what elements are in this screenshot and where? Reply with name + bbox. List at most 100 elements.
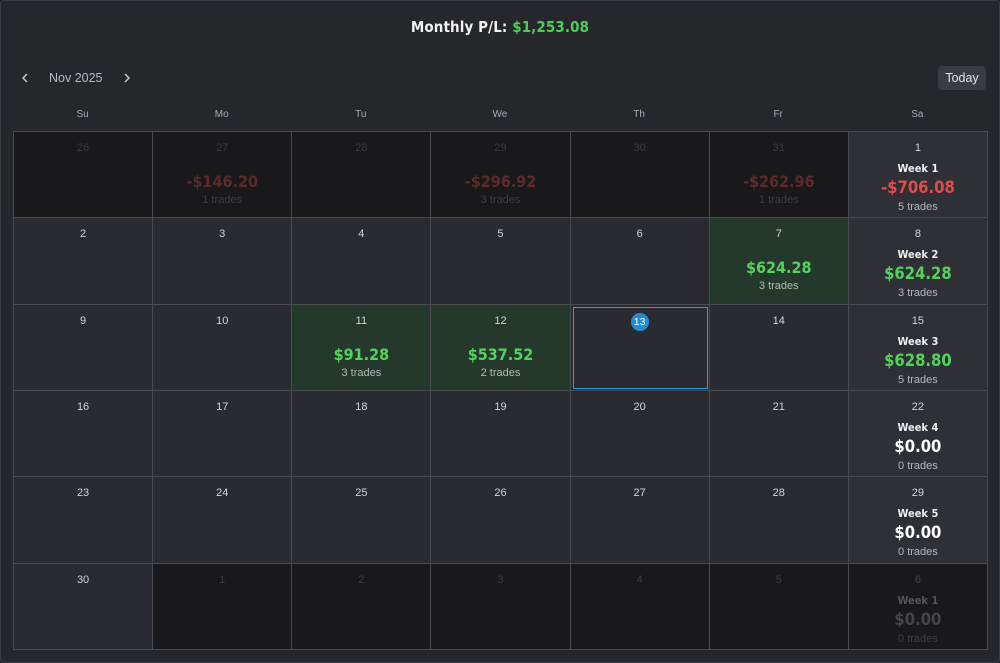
day-number: 8 — [914, 228, 921, 241]
day-pl-value: -$146.20 — [186, 172, 258, 191]
calendar-day[interactable]: 31 -$262.96 1 trades — [709, 132, 849, 219]
calendar-day[interactable]: 30 — [14, 563, 154, 650]
calendar-day[interactable]: 29 -$296.92 3 trades — [431, 132, 571, 219]
week-trade-count: 0 trades — [898, 460, 938, 472]
day-number: 1 — [914, 142, 921, 154]
calendar-grid: 26 27 -$146.20 1 trades 28 29 -$296.92 3 trades… — [13, 131, 988, 650]
day-number: 31 — [772, 142, 785, 154]
day-pl-value: -$296.92 — [464, 172, 537, 191]
calendar-day[interactable]: 25 — [292, 477, 432, 564]
today-badge: 13 — [630, 312, 649, 331]
day-number: 1 — [219, 573, 226, 586]
calendar-day[interactable]: 30 — [570, 132, 710, 219]
day-number: 20 — [633, 401, 646, 413]
calendar-day[interactable]: 9 — [14, 304, 154, 391]
calendar-day[interactable]: 27 — [570, 477, 710, 564]
week-trade-count: 0 trades — [898, 632, 938, 645]
day-of-week-label: Th — [633, 109, 645, 120]
day-number: 15 — [911, 314, 925, 327]
day-trade-count: 3 trades — [758, 280, 799, 293]
week-pl-value: $628.80 — [884, 350, 952, 370]
week-summary-cell[interactable]: 22 Week 4 $0.00 0 trades — [848, 391, 988, 478]
day-number: 25 — [355, 487, 368, 500]
calendar-day[interactable]: 24 — [153, 477, 293, 564]
day-number: 27 — [216, 142, 229, 154]
day-number: 11 — [355, 314, 368, 327]
calendar-day[interactable]: 10 — [153, 304, 293, 391]
week-summary-cell[interactable]: 29 Week 5 $0.00 0 trades — [848, 477, 988, 564]
day-pl-value: $537.52 — [467, 344, 534, 364]
current-month-label: Nov 2025 — [49, 71, 103, 85]
calendar-day[interactable]: 5 — [431, 218, 571, 305]
day-of-week-label: Sa — [911, 109, 924, 120]
week-label: Week 1 — [897, 593, 939, 607]
calendar-day[interactable]: 2 — [292, 563, 432, 650]
calendar-day[interactable]: 3 — [153, 218, 293, 305]
day-trade-count: 3 trades — [341, 366, 382, 379]
week-pl-value: $624.28 — [884, 264, 952, 284]
week-pl-value: $0.00 — [894, 523, 942, 543]
calendar-day[interactable]: 18 — [292, 391, 432, 478]
day-number: 30 — [76, 573, 90, 586]
week-label: Week 4 — [897, 421, 939, 434]
calendar-day[interactable]: 4 — [570, 563, 710, 650]
calendar-day[interactable]: 28 — [292, 132, 432, 219]
day-trade-count: 1 trades — [202, 194, 243, 206]
calendar-day[interactable]: 17 — [153, 391, 293, 478]
day-number: 4 — [358, 228, 365, 241]
calendar-day[interactable]: 3 — [431, 563, 571, 650]
week-summary-cell[interactable]: 1 Week 1 -$706.08 5 trades — [848, 132, 988, 219]
day-pl-value: -$262.96 — [743, 172, 815, 191]
day-number: 21 — [772, 401, 785, 413]
pnl-calendar: Monthly P/L: $1,253.08 Nov 2025 Today Su… — [0, 0, 1000, 663]
day-of-week-label: Mo — [214, 109, 229, 120]
day-number: 5 — [775, 573, 782, 586]
week-summary-cell[interactable]: 6 Week 1 $0.00 0 trades — [848, 563, 988, 650]
calendar-day[interactable]: 12 $537.52 2 trades — [431, 304, 571, 391]
week-label: Week 5 — [897, 507, 939, 521]
week-label: Week 2 — [897, 248, 939, 262]
calendar-day-today[interactable]: 13 — [570, 304, 710, 391]
calendar-day[interactable]: 19 — [431, 391, 571, 478]
calendar-day[interactable]: 26 — [431, 477, 571, 564]
calendar-day[interactable]: 27 -$146.20 1 trades — [153, 132, 293, 219]
day-number: 12 — [494, 314, 507, 327]
day-trade-count: 1 trades — [758, 194, 799, 206]
week-trade-count: 3 trades — [898, 287, 938, 300]
day-of-week-label: Tu — [355, 109, 367, 120]
day-number: 9 — [80, 314, 87, 327]
calendar-day[interactable]: 14 — [709, 304, 849, 391]
day-number: 17 — [216, 401, 229, 413]
day-number: 6 — [636, 228, 643, 241]
calendar-day[interactable]: 11 $91.28 3 trades — [292, 304, 432, 391]
calendar-day[interactable]: 1 — [153, 563, 293, 650]
calendar-day[interactable]: 16 — [14, 391, 154, 478]
calendar-day[interactable]: 21 — [709, 391, 849, 478]
calendar-day[interactable]: 2 — [14, 218, 154, 305]
day-number: 29 — [911, 487, 925, 500]
week-pl-value: $0.00 — [894, 437, 942, 456]
calendar-day[interactable]: 26 — [14, 132, 154, 219]
chevron-right-icon[interactable] — [117, 67, 137, 89]
day-number: 29 — [494, 142, 507, 154]
today-button[interactable]: Today — [938, 66, 986, 90]
monthly-pl-header: Monthly P/L: $1,253.08 — [1, 18, 999, 36]
month-navigation: Nov 2025 — [15, 67, 137, 89]
chevron-left-icon[interactable] — [15, 67, 35, 89]
week-label: Week 3 — [897, 334, 939, 348]
calendar-day[interactable]: 20 — [570, 391, 710, 478]
week-summary-cell[interactable]: 8 Week 2 $624.28 3 trades — [848, 218, 988, 305]
calendar-day[interactable]: 7 $624.28 3 trades — [709, 218, 849, 305]
calendar-day[interactable]: 5 — [709, 563, 849, 650]
week-trade-count: 5 trades — [898, 201, 938, 213]
calendar-day[interactable]: 23 — [14, 477, 154, 564]
calendar-day[interactable]: 6 — [570, 218, 710, 305]
day-trade-count: 2 trades — [480, 366, 521, 379]
day-number: 26 — [76, 142, 90, 154]
day-number: 14 — [772, 314, 785, 327]
week-trade-count: 0 trades — [898, 546, 938, 559]
calendar-day[interactable]: 28 — [709, 477, 849, 564]
day-number: 6 — [914, 573, 921, 586]
week-summary-cell[interactable]: 15 Week 3 $628.80 5 trades — [848, 304, 988, 391]
calendar-day[interactable]: 4 — [292, 218, 432, 305]
